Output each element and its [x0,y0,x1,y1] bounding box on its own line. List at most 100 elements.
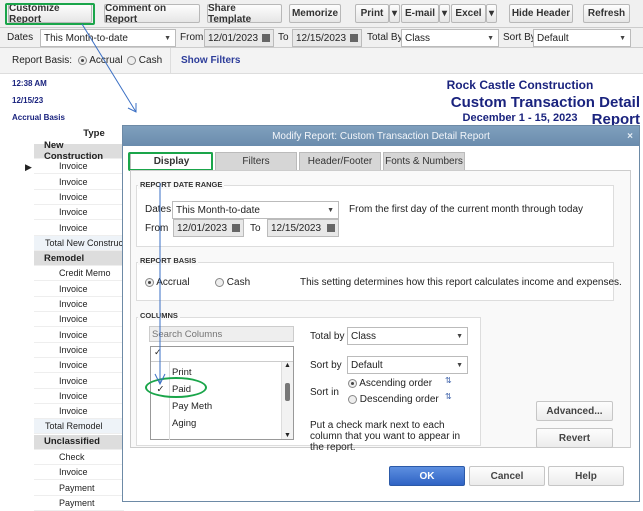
dlg-sort-by-select[interactable]: Default▼ [347,356,468,374]
total-by-select[interactable]: Class▼ [401,29,499,47]
sort-in-label: Sort in [310,387,339,398]
columns-scrollbar[interactable]: ▲ ▼ [281,362,293,439]
date-range-description: From the first day of the current month … [349,204,583,215]
sort-ascending-icon: ⇅ [445,376,452,385]
dlg-to-date[interactable]: 12/15/2023 [267,219,339,237]
show-filters-link[interactable]: Show Filters [181,55,240,66]
dlg-from-value: 12/01/2023 [177,223,227,234]
cancel-button[interactable]: Cancel [469,466,545,486]
advanced-button[interactable]: Advanced... [536,401,613,421]
calendar-icon[interactable] [232,224,240,232]
scroll-down-icon[interactable]: ▼ [282,432,293,439]
dates-label: Dates [7,32,33,43]
report-row-item[interactable]: Invoice [34,389,124,404]
radio-selected-icon [348,379,357,388]
report-row-item[interactable]: Invoice [34,312,124,327]
report-row-tot[interactable]: Total Remodel [34,419,124,434]
report-basis: Accrual Basis [12,113,65,122]
hide-header-button[interactable]: Hide Header [509,4,573,23]
dialog-title-bar[interactable]: Modify Report: Custom Transaction Detail… [123,126,639,146]
column-item[interactable]: Pay Meth [151,398,281,414]
accrual-radio[interactable]: Accrual [78,55,123,66]
company-name: Rock Castle Construction [420,78,620,92]
chevron-down-icon: ▼ [487,35,494,42]
report-row-item[interactable]: Credit Memo [34,266,124,281]
excel-dropdown-icon[interactable]: ▾ [486,4,497,23]
report-row-item[interactable]: Invoice [34,297,124,312]
report-row-item[interactable]: Check [34,450,124,465]
calendar-icon[interactable] [350,34,358,42]
close-icon[interactable]: × [627,131,633,142]
memorize-button[interactable]: Memorize [289,4,341,23]
scroll-thumb[interactable] [285,383,290,401]
report-row-grp[interactable]: Remodel [34,251,124,266]
report-row-item[interactable]: Invoice [34,465,124,480]
tab-fonts-numbers[interactable]: Fonts & Numbers [383,152,465,170]
scroll-up-icon[interactable]: ▲ [282,362,293,369]
from-date-field[interactable]: 12/01/2023 [204,29,274,47]
check-column-header: ✓ [151,347,293,362]
accrual-label: Accrual [89,55,122,66]
radio-icon [127,56,136,65]
report-row-item[interactable]: Invoice [34,358,124,373]
excel-button[interactable]: Excel [451,4,486,23]
email-button[interactable]: E-mail [401,4,439,23]
report-row-grp[interactable]: Unclassified [34,435,124,450]
dlg-cash-radio[interactable]: Cash [215,277,250,288]
report-row-item[interactable]: Invoice [34,190,124,205]
email-dropdown-icon[interactable]: ▾ [439,4,450,23]
report-row-item[interactable]: Invoice [34,205,124,220]
calendar-icon[interactable] [262,34,270,42]
report-row-item[interactable]: Payment [34,496,124,511]
report-row-item[interactable]: Invoice [34,159,124,174]
dates-select[interactable]: This Month-to-date ▼ [40,29,176,47]
report-row-grp[interactable]: New Construction [34,144,124,159]
share-template-button[interactable]: Share Template [207,4,282,23]
print-button[interactable]: Print [355,4,389,23]
tab-filters[interactable]: Filters [215,152,297,170]
sort-by-select[interactable]: Default▼ [533,29,631,47]
ok-button[interactable]: OK [389,466,465,486]
date-range-heading: REPORT DATE RANGE [138,180,224,189]
print-dropdown-icon[interactable]: ▾ [389,4,400,23]
report-row-item[interactable]: Invoice [34,221,124,236]
to-date-value: 12/15/2023 [296,33,346,44]
cash-radio[interactable]: Cash [127,55,162,66]
chevron-down-icon: ▼ [164,35,171,42]
dates-value: This Month-to-date [44,33,128,44]
dlg-total-by-value: Class [351,331,376,342]
chevron-down-icon: ▼ [619,35,626,42]
report-row-item[interactable]: Invoice [34,328,124,343]
column-item[interactable]: Aging [151,415,281,431]
report-row-tot[interactable]: Total New Construction [34,236,124,251]
dlg-accrual-radio[interactable]: Accrual [145,277,190,288]
dlg-sort-by-value: Default [351,360,383,371]
report-row-item[interactable]: Invoice [34,282,124,297]
help-button[interactable]: Help [548,466,624,486]
total-by-label: Total By [367,32,403,43]
to-date-field[interactable]: 12/15/2023 [292,29,362,47]
tab-header-footer[interactable]: Header/Footer [299,152,381,170]
descending-radio[interactable]: Descending order [348,394,439,405]
report-date: 12/15/23 [12,96,43,105]
report-row-item[interactable]: Payment [34,481,124,496]
chevron-down-icon: ▼ [456,333,463,340]
dlg-from-date[interactable]: 12/01/2023 [173,219,244,237]
ascending-radio[interactable]: Ascending order [348,378,432,389]
refresh-button[interactable]: Refresh [583,4,630,23]
report-basis-label: Report Basis: [12,55,72,66]
to-label: To [278,32,289,43]
column-name: Print [170,367,192,378]
dlg-total-by-select[interactable]: Class ▼ [347,327,468,345]
search-columns-input[interactable] [149,326,294,342]
report-row-item[interactable]: Invoice [34,404,124,419]
dialog-title: Modify Report: Custom Transaction Detail… [272,131,490,142]
report-row-item[interactable]: Invoice [34,374,124,389]
dlg-dates-select[interactable]: This Month-to-date▼ [172,201,339,219]
report-row-item[interactable]: Invoice [34,343,124,358]
report-row-item[interactable]: Invoice [34,175,124,190]
revert-button[interactable]: Revert [536,428,613,448]
calendar-icon[interactable] [327,224,335,232]
comment-on-report-button[interactable]: Comment on Report [104,4,200,23]
column-name: Pay Meth [170,401,212,412]
